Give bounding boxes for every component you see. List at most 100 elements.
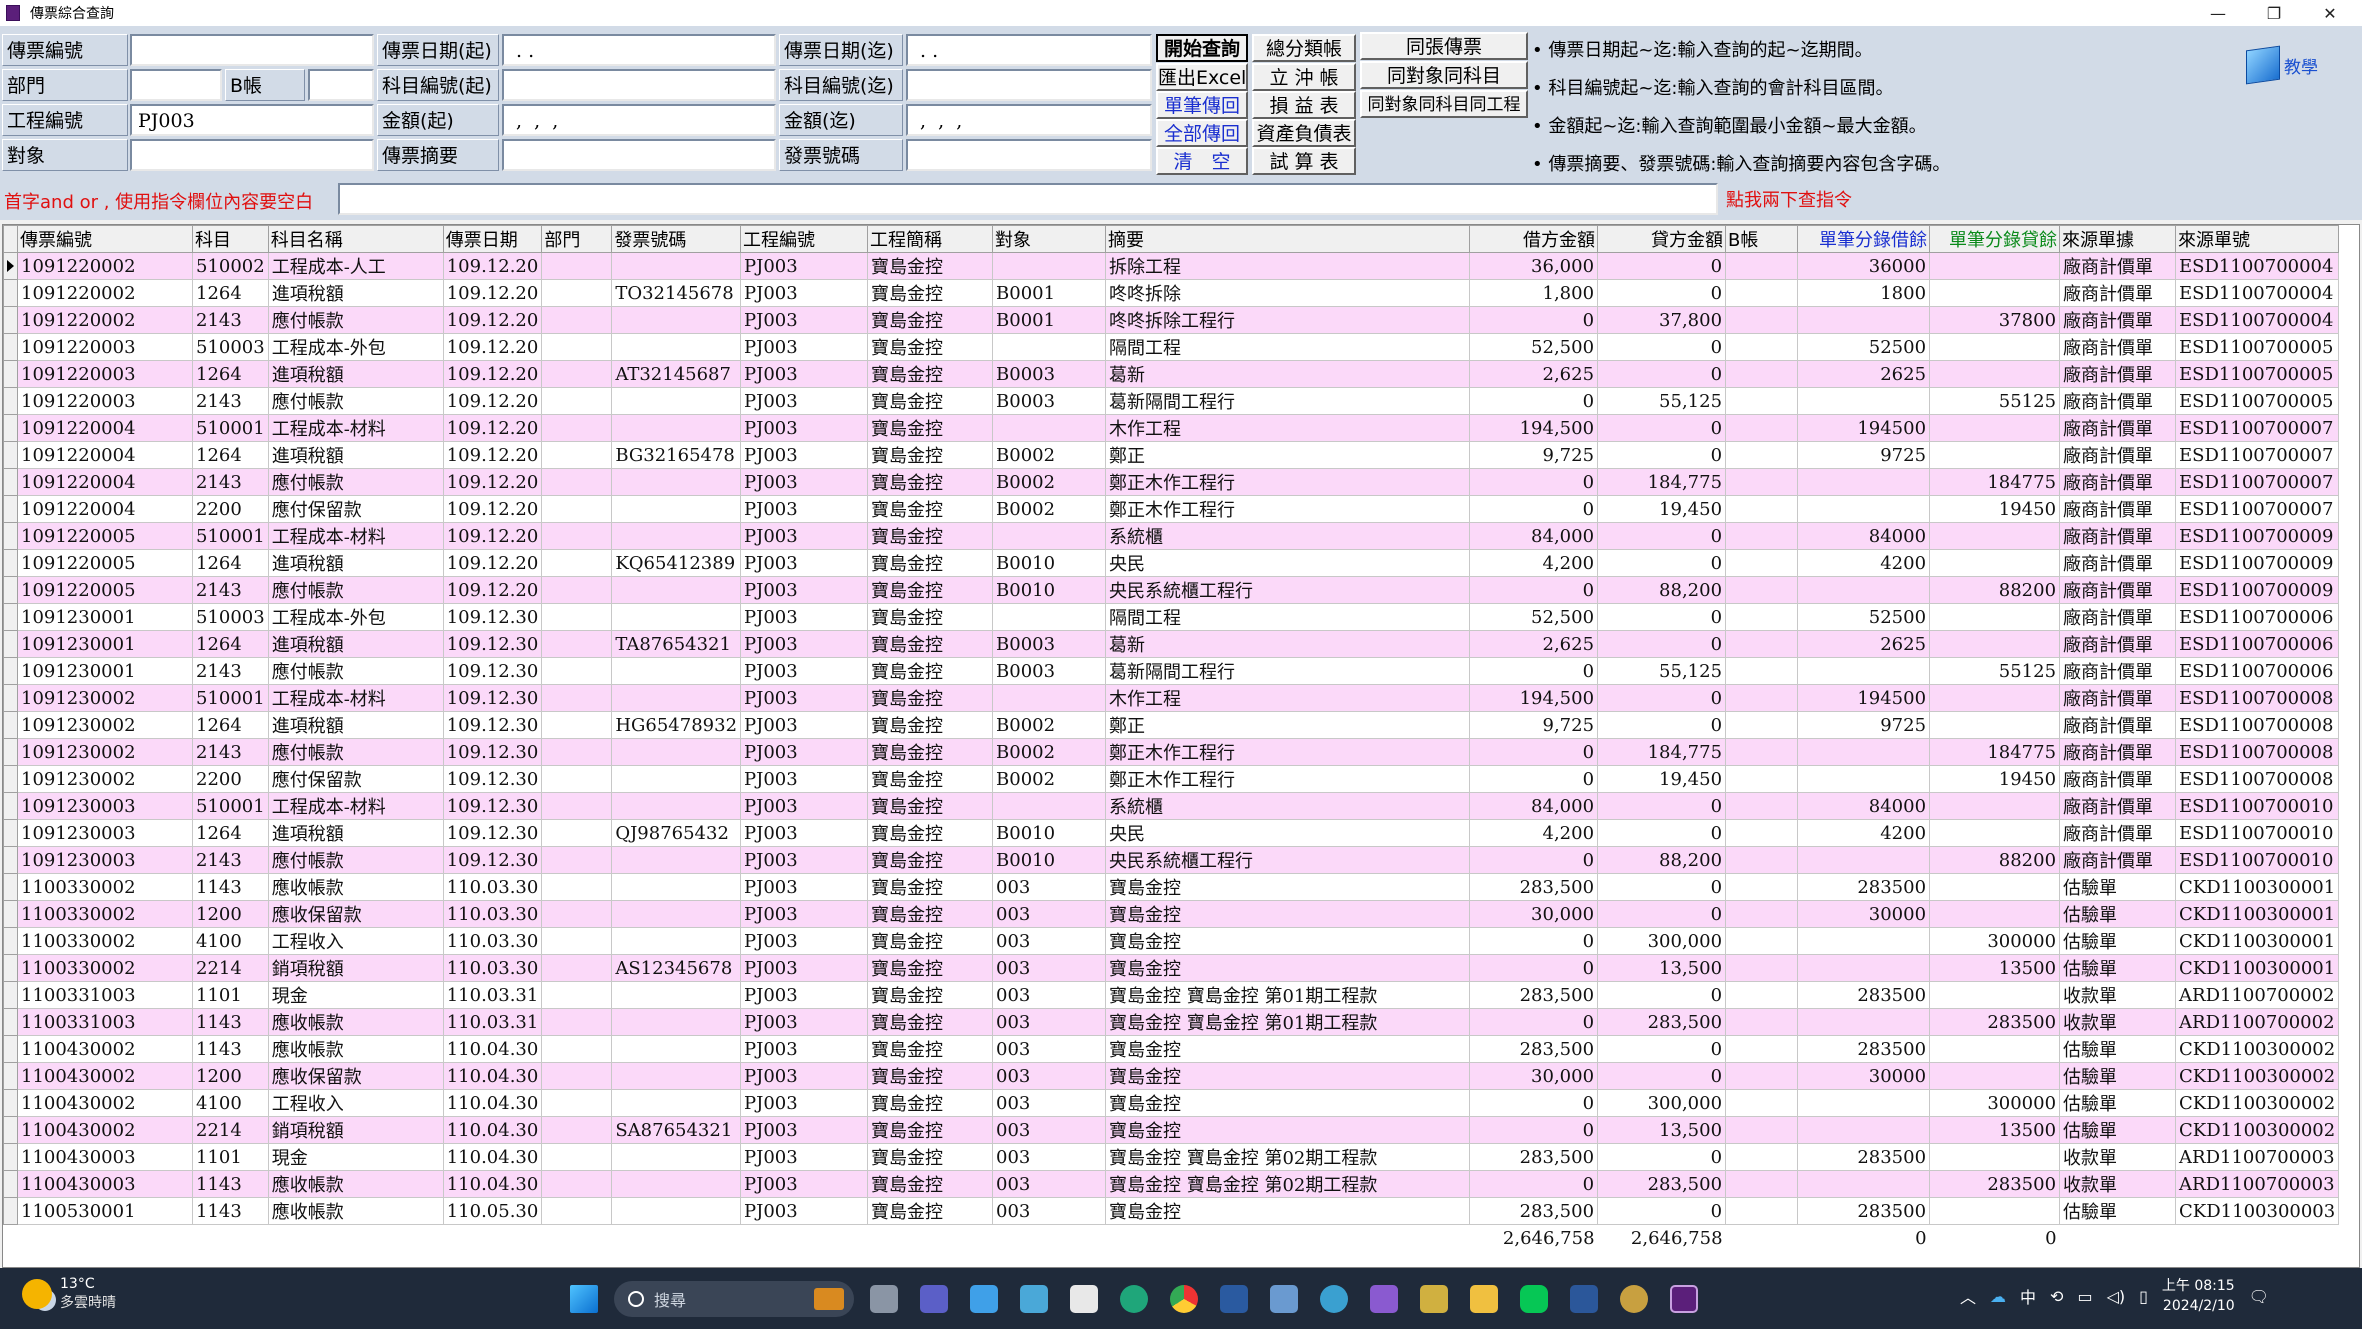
ime-mode-icon[interactable]: ⟲ <box>2050 1287 2063 1306</box>
column-header[interactable]: 來源單號 <box>2175 225 2340 253</box>
line-icon[interactable] <box>1514 1280 1554 1318</box>
dept-input[interactable] <box>130 69 222 101</box>
cloud-icon[interactable]: ☁ <box>1990 1287 2006 1306</box>
table-row[interactable]: 1091220005 1264 進項稅額 109.12.20 KQ65412389 PJ0… <box>3 549 2340 577</box>
row-selector[interactable] <box>3 603 18 631</box>
row-selector[interactable] <box>3 765 18 793</box>
table-row[interactable]: 1091220002 2143 應付帳款 109.12.20 PJ003 寶島金控 B000… <box>3 306 2340 334</box>
table-row[interactable]: 1091220002 1264 進項稅額 109.12.20 TO32145678 PJ0… <box>3 279 2340 307</box>
task-view-icon[interactable] <box>864 1280 904 1318</box>
weather-widget[interactable]: 13°C 多雲時晴 <box>22 1276 116 1312</box>
column-header[interactable]: 摘要 <box>1105 225 1471 253</box>
row-selector[interactable] <box>3 873 18 901</box>
row-selector[interactable] <box>3 900 18 928</box>
voucher-no-input[interactable] <box>130 34 374 66</box>
column-header[interactable]: 借方金額 <box>1469 225 1599 253</box>
taskbar-search[interactable]: 搜尋 <box>614 1281 854 1317</box>
column-header[interactable]: 傳票編號 <box>17 225 193 253</box>
restore-button[interactable]: ❐ <box>2246 0 2302 26</box>
row-selector[interactable] <box>3 630 18 658</box>
ime-indicator[interactable]: 中 <box>2020 1284 2036 1308</box>
table-row[interactable]: 1091230001 510003 工程成本-外包 109.12.30 PJ003 寶島金… <box>3 603 2340 631</box>
edge-icon[interactable] <box>1114 1280 1154 1318</box>
row-selector[interactable] <box>3 387 18 415</box>
table-row[interactable]: 1091220003 2143 應付帳款 109.12.20 PJ003 寶島金控 B000… <box>3 387 2340 415</box>
amount-from-input[interactable]: , , , <box>502 104 776 136</box>
notification-icon[interactable]: 🗨 <box>2249 1287 2269 1306</box>
chrome-icon[interactable] <box>1164 1280 1204 1318</box>
table-row[interactable]: 1100330002 2214 銷項稅額 110.03.30 AS12345678 PJ0… <box>3 954 2340 982</box>
column-header[interactable]: B帳 <box>1725 225 1799 253</box>
row-selector[interactable] <box>3 1008 18 1036</box>
table-row[interactable]: 1100331003 1101 現金 110.03.31 PJ003 寶島金控 003 寶島金… <box>3 981 2340 1009</box>
same-target-account-project-button[interactable]: 同對象同科目同工程 <box>1360 90 1528 118</box>
table-row[interactable]: 1100530001 1143 應收帳款 110.05.30 PJ003 寶島金控 003 寶… <box>3 1197 2340 1225</box>
row-selector[interactable] <box>3 576 18 604</box>
table-row[interactable]: 1091220003 510003 工程成本-外包 109.12.20 PJ003 寶島金… <box>3 333 2340 361</box>
chevron-up-icon[interactable]: ︿ <box>1960 1284 1976 1308</box>
project-no-input[interactable]: PJ003 <box>130 104 374 136</box>
column-header[interactable]: 科目 <box>192 225 269 253</box>
balance-sheet-button[interactable]: 資產負債表 <box>1252 119 1356 147</box>
table-row[interactable]: 1100330002 1200 應收保留款 110.03.30 PJ003 寶島金控 003… <box>3 900 2340 928</box>
table-row[interactable]: 1091230001 1264 進項稅額 109.12.30 TA87654321 PJ0… <box>3 630 2340 658</box>
row-selector[interactable] <box>3 468 18 496</box>
row-selector[interactable] <box>3 1035 18 1063</box>
battery-icon[interactable]: ▯ <box>2139 1287 2148 1306</box>
row-selector[interactable] <box>3 738 18 766</box>
column-header[interactable]: 發票號碼 <box>611 225 742 253</box>
row-selector[interactable] <box>3 333 18 361</box>
table-row[interactable]: 1100331003 1143 應收帳款 110.03.31 PJ003 寶島金控 003 寶… <box>3 1008 2340 1036</box>
control-panel-icon[interactable] <box>1014 1280 1054 1318</box>
row-selector[interactable] <box>3 657 18 685</box>
table-row[interactable]: 1091230003 1264 進項稅額 109.12.30 QJ98765432 PJ0… <box>3 819 2340 847</box>
row-selector[interactable] <box>3 927 18 955</box>
all-return-button[interactable]: 全部傳回 <box>1156 119 1248 147</box>
account-to-input[interactable] <box>906 69 1152 101</box>
table-row[interactable]: 1091220004 2200 應付保留款 109.12.20 PJ003 寶島金控 B00… <box>3 495 2340 523</box>
column-header[interactable]: 傳票日期 <box>442 225 543 253</box>
teach-button[interactable]: 教學 <box>2246 45 2318 85</box>
column-header[interactable]: 貸方金額 <box>1597 225 1727 253</box>
row-selector[interactable] <box>3 1062 18 1090</box>
command-hint[interactable]: 點我兩下查指令 <box>1726 186 1852 212</box>
row-selector[interactable] <box>3 954 18 982</box>
store-icon[interactable] <box>1064 1280 1104 1318</box>
row-selector[interactable] <box>3 306 18 334</box>
clock[interactable]: 上午 08:15 2024/2/10 <box>2162 1276 2235 1316</box>
close-button[interactable]: ✕ <box>2302 0 2358 26</box>
table-row[interactable]: 1091230003 2143 應付帳款 109.12.30 PJ003 寶島金控 B001… <box>3 846 2340 874</box>
row-selector[interactable] <box>3 279 18 307</box>
invoice-no-input[interactable] <box>906 139 1152 171</box>
table-row[interactable]: 1091230002 2143 應付帳款 109.12.30 PJ003 寶島金控 B000… <box>3 738 2340 766</box>
column-header[interactable]: 單筆分錄借餘 <box>1797 225 1931 253</box>
active-app-icon[interactable] <box>1664 1280 1704 1318</box>
command-input[interactable] <box>338 183 1718 215</box>
table-row[interactable]: 1091230001 2143 應付帳款 109.12.30 PJ003 寶島金控 B000… <box>3 657 2340 685</box>
row-selector[interactable] <box>3 549 18 577</box>
table-row[interactable]: 1091220004 2143 應付帳款 109.12.20 PJ003 寶島金控 B000… <box>3 468 2340 496</box>
table-row[interactable]: 1100430003 1143 應收帳款 110.04.30 PJ003 寶島金控 003 寶… <box>3 1170 2340 1198</box>
same-target-account-button[interactable]: 同對象同科目 <box>1360 61 1528 89</box>
row-selector[interactable] <box>3 252 18 280</box>
table-row[interactable]: 1100330002 1143 應收帳款 110.03.30 PJ003 寶島金控 003 寶… <box>3 873 2340 901</box>
app-icon-2[interactable] <box>1264 1280 1304 1318</box>
start-query-button[interactable]: 開始查詢 <box>1156 34 1248 62</box>
tools-icon[interactable] <box>1414 1280 1454 1318</box>
income-statement-button[interactable]: 損 益 表 <box>1252 91 1356 119</box>
table-row[interactable]: 1091230002 510001 工程成本-材料 109.12.30 PJ003 寶島金… <box>3 684 2340 712</box>
teams-icon[interactable] <box>914 1280 954 1318</box>
amount-to-input[interactable]: , , , <box>906 104 1152 136</box>
column-header[interactable]: 工程簡稱 <box>867 225 994 253</box>
table-row[interactable]: 1100330002 4100 工程收入 110.03.30 PJ003 寶島金控 003 寶… <box>3 927 2340 955</box>
speaker-icon[interactable]: ◁) <box>2107 1287 2126 1306</box>
word-icon[interactable] <box>1564 1280 1604 1318</box>
table-row[interactable]: 1100430002 4100 工程收入 110.04.30 PJ003 寶島金控 003 寶… <box>3 1089 2340 1117</box>
offset-account-button[interactable]: 立 沖 帳 <box>1252 63 1356 91</box>
app-icon-1[interactable] <box>1214 1280 1254 1318</box>
table-row[interactable]: 1091220004 510001 工程成本-材料 109.12.20 PJ003 寶島金… <box>3 414 2340 442</box>
export-excel-button[interactable]: 匯出Excel <box>1156 63 1248 91</box>
table-row[interactable]: 1091230003 510001 工程成本-材料 109.12.30 PJ003 寶島金… <box>3 792 2340 820</box>
same-voucher-button[interactable]: 同張傳票 <box>1360 32 1528 60</box>
column-header[interactable]: 工程編號 <box>740 225 869 253</box>
